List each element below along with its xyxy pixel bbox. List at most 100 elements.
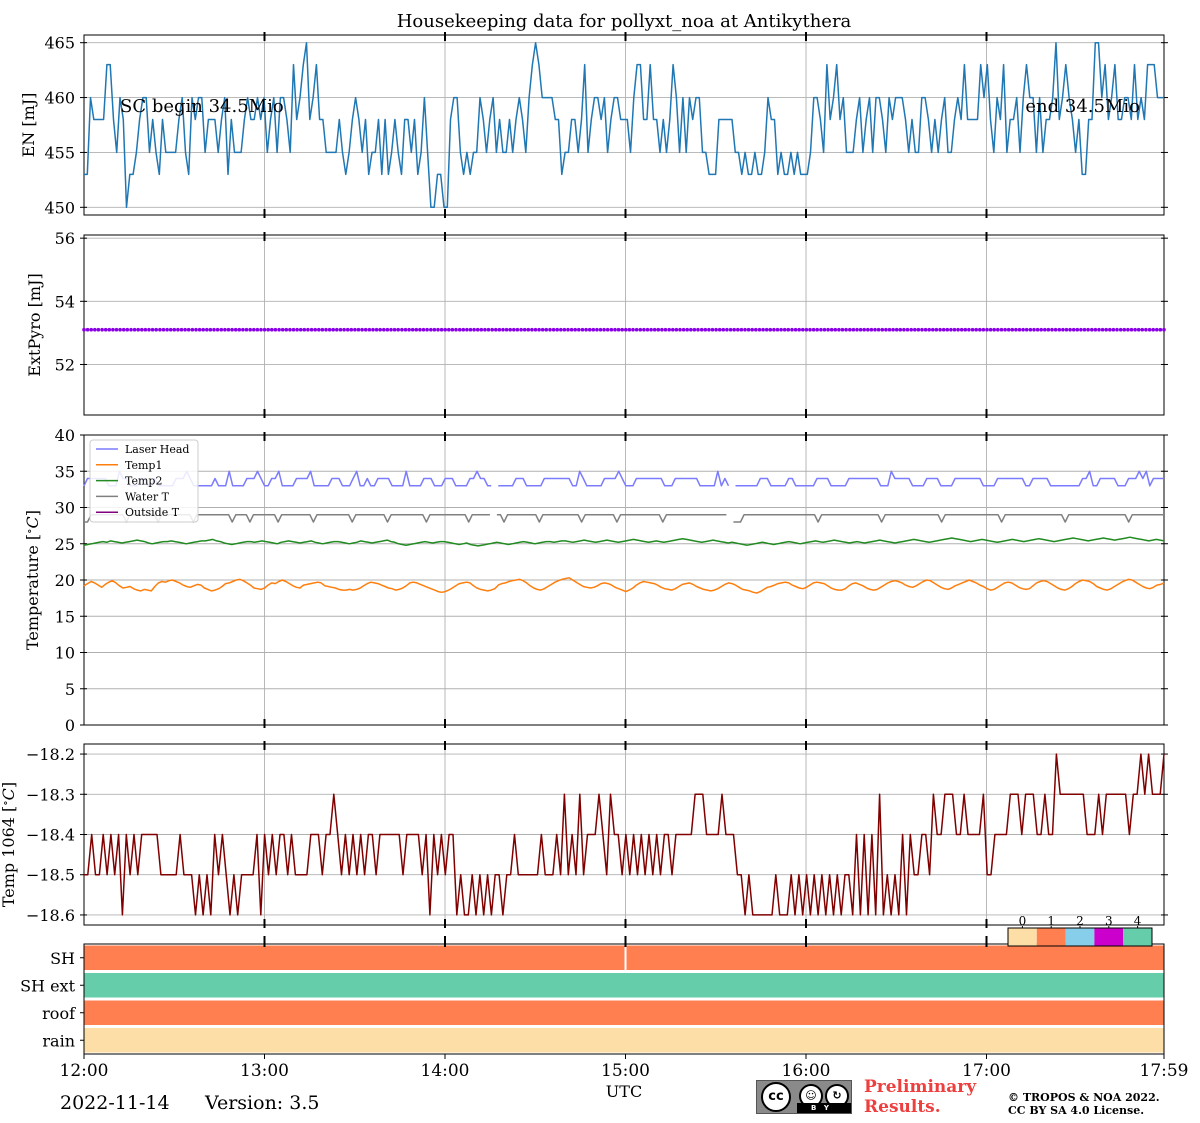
extpyro-point	[382, 327, 386, 332]
extpyro-point	[277, 327, 281, 332]
extpyro-point	[331, 327, 336, 332]
extpyro-point	[988, 327, 993, 332]
extpyro-point	[829, 327, 834, 332]
y-tick-label: 54	[55, 292, 75, 311]
cc-license-badge[interactable]: cc ☺ ↻ BY SA	[756, 1080, 852, 1122]
colorbar-swatch	[1008, 928, 1037, 946]
extpyro-point	[848, 327, 852, 332]
extpyro-point	[999, 327, 1004, 332]
extpyro-point	[472, 327, 476, 332]
extpyro-y-axis-label: ExtPyro [mJ]	[25, 273, 44, 376]
extpyro-point	[978, 327, 982, 332]
extpyro-point	[212, 327, 216, 332]
extpyro-point	[584, 327, 588, 332]
extpyro-point	[497, 327, 502, 332]
extpyro-point	[454, 327, 458, 332]
extpyro-point	[252, 327, 256, 332]
extpyro-point	[743, 327, 747, 332]
x-tick-label: 12:00	[60, 1061, 109, 1081]
legend-entry: Water T	[125, 490, 170, 503]
extpyro-point	[143, 327, 148, 332]
extpyro-point	[663, 327, 668, 332]
extpyro-point	[396, 327, 401, 332]
extpyro-point	[642, 327, 646, 332]
extpyro-point	[82, 327, 86, 332]
extpyro-point	[548, 327, 552, 332]
extpyro-point	[1057, 327, 1062, 332]
legend-entry: Temp2	[125, 475, 162, 488]
extpyro-point	[844, 327, 848, 332]
extpyro-point	[634, 327, 639, 332]
extpyro-point	[194, 327, 198, 332]
extpyro-point	[667, 327, 671, 332]
extpyro-point	[280, 327, 285, 332]
extpyro-point	[732, 327, 736, 332]
extpyro-point	[858, 327, 863, 332]
extpyro-point	[223, 327, 227, 332]
extpyro-point	[418, 327, 422, 332]
extpyro-point	[916, 327, 921, 332]
extpyro-point	[226, 327, 231, 332]
extpyro-point	[587, 327, 592, 332]
temperature-series-line	[733, 514, 1164, 523]
extpyro-point	[605, 327, 610, 332]
extpyro-point	[627, 327, 632, 332]
extpyro-point	[447, 327, 451, 332]
x-tick-label: 13:00	[240, 1061, 289, 1081]
extpyro-point	[1136, 327, 1141, 332]
extpyro-point	[129, 327, 133, 332]
extpyro-point	[1032, 327, 1036, 332]
extpyro-point	[927, 327, 931, 332]
extpyro-point	[826, 327, 830, 332]
sc-begin-annotation: SC begin 34.5Mio	[120, 96, 284, 117]
extpyro-point	[692, 327, 697, 332]
colorbar-tick-label: 4	[1134, 914, 1142, 928]
extpyro-point	[1086, 327, 1090, 332]
extpyro-point	[721, 327, 726, 332]
extpyro-point	[183, 327, 187, 332]
extpyro-point	[1053, 327, 1058, 332]
extpyro-point	[450, 327, 455, 332]
extpyro-point	[577, 327, 581, 332]
extpyro-point	[1028, 327, 1033, 332]
extpyro-point	[1104, 327, 1108, 332]
extpyro-point	[681, 327, 686, 332]
extpyro-point	[952, 327, 957, 332]
extpyro-point	[93, 327, 97, 332]
extpyro-point	[559, 327, 563, 332]
extpyro-point	[378, 327, 383, 332]
extpyro-point	[486, 327, 491, 332]
preliminary-line-2: Results.	[864, 1097, 941, 1117]
extpyro-point	[746, 327, 751, 332]
extpyro-point	[158, 327, 162, 332]
extpyro-point	[819, 327, 823, 332]
extpyro-point	[981, 327, 986, 332]
extpyro-point	[1064, 327, 1069, 332]
temperature-series-line	[735, 470, 1164, 487]
extpyro-point	[353, 327, 357, 332]
energy-panel: 450 455 460 465 EN [mJ] SC begin 34.5Mio end 3…	[19, 32, 1168, 218]
extpyro-point	[140, 327, 144, 332]
extpyro-point	[1039, 327, 1043, 332]
extpyro-point	[613, 327, 617, 332]
extpyro-point	[631, 327, 635, 332]
extpyro-point	[508, 327, 512, 332]
extpyro-point	[367, 327, 372, 332]
status-row-bar	[84, 973, 1164, 998]
extpyro-point	[233, 327, 238, 332]
sc-end-annotation: end 34.5Mio	[1025, 96, 1140, 117]
extpyro-point	[1093, 327, 1098, 332]
colorbar-swatch	[1065, 928, 1095, 946]
extpyro-point	[161, 327, 166, 332]
extpyro-point	[573, 327, 577, 332]
y-tick-label: 465	[44, 34, 75, 53]
status-row-bar	[84, 1000, 1164, 1025]
extpyro-point	[230, 327, 234, 332]
temperature-panel: 0 5 10 15 20 25 30 35 40 Temperature [∘C] Laser He…	[23, 426, 1168, 735]
extpyro-point	[736, 327, 740, 332]
extpyro-point	[429, 327, 433, 332]
extpyro-point	[775, 327, 780, 332]
colorbar-tick-label: 3	[1105, 914, 1113, 928]
extpyro-point	[808, 327, 812, 332]
extpyro-point	[1108, 327, 1112, 332]
